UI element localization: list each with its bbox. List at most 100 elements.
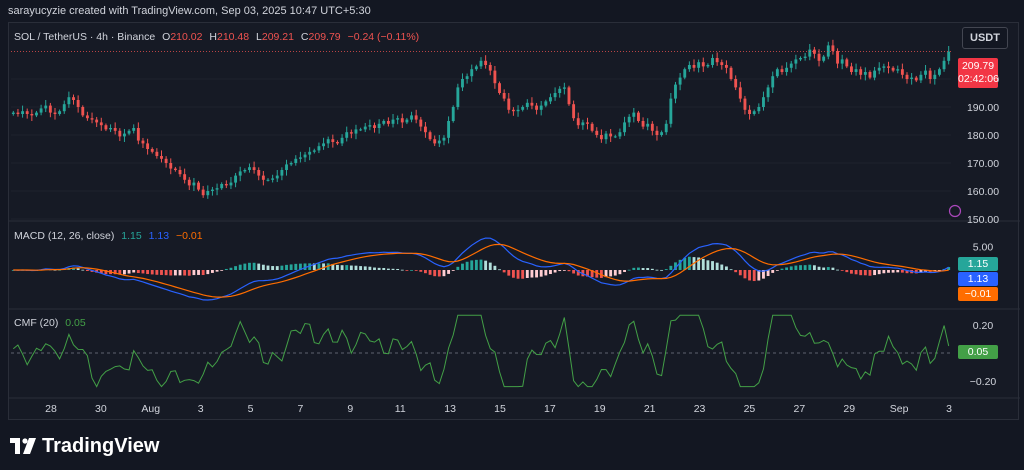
candle-body xyxy=(762,97,765,107)
candle-body xyxy=(289,163,293,165)
cmf-label[interactable]: CMF (20) xyxy=(14,317,58,329)
macd-histogram-bar xyxy=(701,258,705,270)
candle-body xyxy=(729,67,733,79)
candle-body xyxy=(141,140,145,144)
macd-histogram-bar xyxy=(428,270,432,275)
macd-histogram-bar xyxy=(724,266,728,270)
candle-body xyxy=(210,189,214,191)
candle-body xyxy=(363,126,367,130)
time-tick-label: 19 xyxy=(594,403,606,415)
macd-histogram-bar xyxy=(646,268,650,270)
chart-canvas[interactable]: 150.00160.00170.00180.00190.00200.005.00… xyxy=(9,23,1020,421)
macd-histogram-bar xyxy=(822,267,826,270)
candle-body xyxy=(910,77,914,79)
time-tick-label: Sep xyxy=(890,403,909,415)
macd-histogram-bar xyxy=(618,270,622,275)
candle-body xyxy=(294,158,298,163)
macd-histogram-bar xyxy=(803,265,807,270)
candle-body xyxy=(706,65,710,67)
macd-legend: MACD (12, 26, close) 1.15 1.13 −0.01 xyxy=(14,230,203,242)
price-tick-label: 180.00 xyxy=(967,130,999,142)
tradingview-logo[interactable]: TradingView xyxy=(10,435,159,457)
candle-body xyxy=(261,175,265,180)
macd-histogram-bar xyxy=(868,270,872,276)
candle-body xyxy=(701,62,705,67)
macd-histogram-bar xyxy=(521,270,525,279)
candle-body xyxy=(234,175,238,183)
macd-histogram-bar xyxy=(794,265,798,270)
candle-body xyxy=(507,98,511,110)
candle-body xyxy=(558,88,562,93)
candle-body xyxy=(183,174,187,180)
candle-body xyxy=(442,137,446,141)
candle-body xyxy=(354,129,358,134)
candle-body xyxy=(775,69,779,77)
macd-histogram-bar xyxy=(414,270,418,271)
candle-body xyxy=(248,167,251,170)
macd-histogram-bar xyxy=(891,270,895,273)
candle-body xyxy=(840,59,844,64)
candle-body xyxy=(604,133,608,140)
candle-body xyxy=(632,112,636,117)
macd-histogram-bar xyxy=(433,270,437,277)
candle-body xyxy=(850,66,853,72)
candle-body xyxy=(150,149,154,152)
currency-button[interactable]: USDT xyxy=(962,27,1008,49)
candle-body xyxy=(160,156,163,159)
macd-tick-label: 5.00 xyxy=(973,241,994,253)
candle-body xyxy=(817,53,821,61)
macd-histogram-bar xyxy=(669,265,673,270)
candle-body xyxy=(748,109,752,114)
candle-body xyxy=(613,136,617,138)
macd-histogram-bar xyxy=(738,270,742,276)
candle-body xyxy=(201,189,205,196)
macd-histogram-bar xyxy=(224,268,228,270)
signal-line-legend-value: −0.01 xyxy=(176,230,203,242)
candle-body xyxy=(854,69,858,72)
candle-body xyxy=(799,58,802,60)
macd-histogram-bar xyxy=(359,266,363,270)
candle-body xyxy=(206,191,210,196)
candle-body xyxy=(451,107,455,121)
candle-body xyxy=(127,130,131,134)
candle-body xyxy=(391,119,395,124)
candle-body xyxy=(498,83,501,93)
candle-body xyxy=(535,105,539,110)
candle-body xyxy=(229,182,233,186)
time-tick-label: 5 xyxy=(248,403,254,415)
macd-histogram-bar xyxy=(553,270,557,273)
macd-histogram-bar xyxy=(85,270,89,271)
macd-histogram-bar xyxy=(743,270,747,279)
symbol-legend: SOL / TetherUS · 4h · Binance O210.02 H2… xyxy=(14,31,419,43)
macd-histogram-bar xyxy=(845,270,849,273)
chart-area[interactable]: 150.00160.00170.00180.00190.00200.005.00… xyxy=(8,22,1020,421)
candle-body xyxy=(303,154,307,158)
price-tick-label: 150.00 xyxy=(967,214,999,226)
candle-body xyxy=(831,45,835,51)
macd-histogram-bar xyxy=(349,265,353,270)
macd-histogram-bar xyxy=(535,270,539,278)
symbol-name[interactable]: SOL / TetherUS · 4h · Binance xyxy=(14,31,155,43)
macd-histogram-bar xyxy=(206,270,210,275)
candle-body xyxy=(53,112,57,114)
candle-body xyxy=(553,93,557,98)
candle-body xyxy=(493,70,497,84)
candle-body xyxy=(220,184,224,189)
macd-histogram-bar xyxy=(252,262,256,270)
attribution-bar: sarayucyzie created with TradingView.com… xyxy=(0,0,1024,22)
candle-body xyxy=(562,87,566,89)
candle-body xyxy=(711,58,714,65)
candle-body xyxy=(637,112,640,121)
candle-body xyxy=(692,65,696,68)
candle-body xyxy=(752,111,756,114)
candle-body xyxy=(461,79,464,88)
macd-histogram-bar xyxy=(539,270,543,277)
macd-label[interactable]: MACD (12, 26, close) xyxy=(14,230,114,242)
candle-body xyxy=(900,69,904,75)
event-marker-icon xyxy=(948,204,962,218)
candle-body xyxy=(785,67,789,72)
candle-body xyxy=(599,135,603,140)
candle-body xyxy=(947,51,951,61)
macd-histogram-bar xyxy=(613,270,617,276)
tradingview-logo-icon xyxy=(10,438,36,454)
